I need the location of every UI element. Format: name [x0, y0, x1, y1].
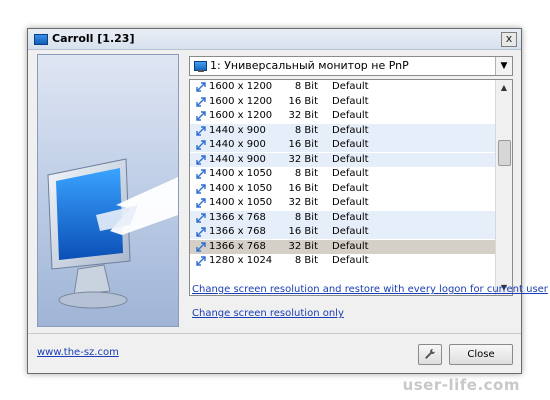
resize-arrow-icon — [196, 212, 206, 223]
close-button[interactable]: Close — [449, 344, 513, 365]
color-depth-value: 16 Bit — [288, 226, 318, 237]
monitor-stand-icon — [198, 70, 204, 72]
resolution-value: 1366 x 768 — [209, 226, 266, 237]
frequency-value: Default — [332, 182, 369, 194]
settings-button[interactable] — [418, 344, 442, 365]
scroll-up-icon[interactable]: ▲ — [496, 80, 512, 95]
footer-divider — [28, 333, 521, 334]
frequency-value: Default — [332, 110, 369, 121]
resize-arrow-icon — [196, 82, 206, 92]
resize-arrow-icon — [196, 140, 206, 150]
change-and-restore-link[interactable]: Change screen resolution and restore wit… — [192, 284, 548, 295]
color-depth-value: 8 Bit — [294, 255, 318, 266]
resolution-row[interactable]: 1400 x 1050 32 Bit Default — [190, 196, 496, 210]
resolution-value: 1600 x 1200 — [209, 110, 273, 121]
monitor-dropdown[interactable]: 1: Универсальный монитор не PnP ▼ — [189, 56, 513, 76]
color-depth-value: 8 Bit — [294, 168, 318, 179]
resize-arrow-icon — [196, 183, 206, 194]
resolution-value: 1600 x 1200 — [209, 95, 273, 107]
resolution-row[interactable]: 1600 x 1200 16 Bit Default — [190, 95, 496, 109]
resolution-row[interactable]: 1440 x 900 16 Bit Default — [190, 138, 496, 152]
resolution-row[interactable]: 1440 x 900 32 Bit Default — [190, 152, 496, 167]
color-depth-value: 8 Bit — [294, 81, 318, 92]
frequency-value: Default — [332, 124, 369, 136]
color-depth-value: 32 Bit — [288, 240, 318, 252]
resize-arrow-icon — [196, 241, 206, 252]
resolution-value: 1600 x 1200 — [209, 81, 273, 92]
resize-arrow-icon — [196, 96, 206, 107]
frequency-value: Default — [332, 255, 369, 266]
frequency-value: Default — [332, 211, 369, 223]
resize-arrow-icon — [196, 111, 206, 121]
close-window-button[interactable]: x — [501, 32, 517, 47]
frequency-value: Default — [332, 81, 369, 92]
resolution-row[interactable]: 1600 x 1200 32 Bit Default — [190, 109, 496, 123]
color-depth-value: 32 Bit — [288, 197, 318, 208]
color-depth-value: 32 Bit — [288, 110, 318, 121]
color-depth-value: 16 Bit — [288, 182, 318, 194]
color-depth-value: 32 Bit — [288, 153, 318, 165]
resolution-value: 1400 x 1050 — [209, 182, 273, 194]
resize-arrow-icon — [196, 125, 206, 136]
frequency-value: Default — [332, 139, 369, 150]
resolution-value: 1400 x 1050 — [209, 168, 273, 179]
frequency-value: Default — [332, 168, 369, 179]
resolution-value: 1366 x 768 — [209, 240, 266, 252]
frequency-value: Default — [332, 95, 369, 107]
resolution-value: 1400 x 1050 — [209, 197, 273, 208]
resize-arrow-icon — [196, 198, 206, 208]
resolution-row[interactable]: 1440 x 900 8 Bit Default — [190, 123, 496, 138]
frequency-value: Default — [332, 153, 369, 165]
wrench-icon — [425, 349, 435, 359]
carroll-window: Carroll [1.23] x 1: Универсальный монито… — [27, 28, 548, 374]
window-title: Carroll [1.23] — [52, 32, 135, 45]
app-monitor-icon — [34, 34, 48, 45]
resize-arrow-icon — [196, 154, 206, 165]
color-depth-value: 16 Bit — [288, 139, 318, 150]
change-only-link[interactable]: Change screen resolution only — [192, 308, 344, 319]
side-illustration — [37, 54, 179, 327]
resize-arrow-icon — [196, 169, 206, 179]
list-scrollbar[interactable]: ▲ ▼ — [495, 80, 512, 295]
resolution-value: 1280 x 1024 — [209, 255, 273, 266]
resolution-row[interactable]: 1600 x 1200 8 Bit Default — [190, 80, 496, 94]
resolution-row[interactable]: 1366 x 768 16 Bit Default — [190, 225, 496, 239]
frequency-value: Default — [332, 226, 369, 237]
resolution-row[interactable]: 1280 x 1024 8 Bit Default — [190, 254, 496, 268]
resolution-value: 1440 x 900 — [209, 124, 266, 136]
monitor-illustration-icon — [47, 158, 178, 309]
resize-arrow-icon — [196, 256, 206, 266]
resolution-value: 1440 x 900 — [209, 139, 266, 150]
resolution-list[interactable]: 1600 x 1200 8 Bit Default 1600 x 1200 16 Bit… — [189, 79, 513, 296]
resolution-value: 1440 x 900 — [209, 153, 266, 165]
color-depth-value: 8 Bit — [294, 124, 318, 136]
resolution-row[interactable]: 1366 x 768 32 Bit Default — [190, 239, 496, 254]
color-depth-value: 8 Bit — [294, 211, 318, 223]
resolution-row[interactable]: 1400 x 1050 16 Bit Default — [190, 182, 496, 196]
resolution-row[interactable]: 1400 x 1050 8 Bit Default — [190, 167, 496, 181]
resolution-row[interactable]: 1366 x 768 8 Bit Default — [190, 210, 496, 225]
resize-arrow-icon — [196, 227, 206, 237]
title-bar: Carroll [1.23] x — [28, 29, 521, 50]
scroll-thumb[interactable] — [498, 140, 511, 166]
resolution-value: 1366 x 768 — [209, 211, 266, 223]
watermark: user-life.com — [402, 376, 520, 394]
resolution-rows: 1600 x 1200 8 Bit Default 1600 x 1200 16 Bit… — [190, 80, 496, 295]
frequency-value: Default — [332, 197, 369, 208]
monitor-dropdown-value: 1: Универсальный монитор не PnP — [210, 59, 409, 72]
website-link[interactable]: www.the-sz.com — [37, 347, 119, 358]
frequency-value: Default — [332, 240, 369, 252]
color-depth-value: 16 Bit — [288, 95, 318, 107]
chevron-down-icon[interactable]: ▼ — [495, 57, 512, 75]
